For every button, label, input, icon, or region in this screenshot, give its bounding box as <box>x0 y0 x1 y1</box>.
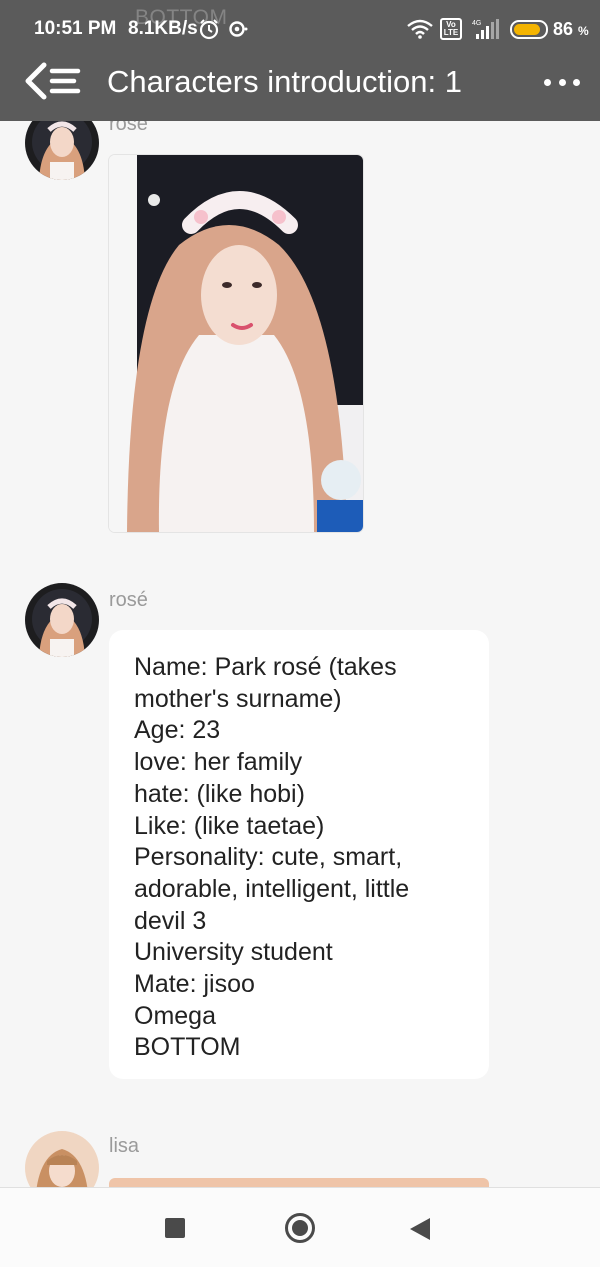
message-line: Name: Park rosé (takes <box>134 653 397 681</box>
message-bubble[interactable]: Name: Park rosé (takes mother's surname)… <box>109 630 489 1079</box>
avatar-rose[interactable] <box>25 583 99 657</box>
message-line: Age: 23 <box>134 716 221 745</box>
message-line: Mate: jisoo <box>134 970 255 999</box>
hotspot-icon <box>229 21 248 37</box>
more-dot-icon <box>573 78 580 86</box>
recent-apps-icon[interactable] <box>165 1218 185 1238</box>
message-line: devil 3 <box>134 906 207 935</box>
sender-name: rosé <box>109 589 148 611</box>
home-icon[interactable] <box>285 1213 315 1243</box>
page-title: Characters introduction: 1 <box>107 64 462 99</box>
message-line: BOTTOM <box>134 1033 241 1062</box>
message-line: Omega <box>134 1001 216 1030</box>
back-icon[interactable] <box>410 1218 430 1240</box>
message-line: hate: (like hobi) <box>134 779 305 808</box>
battery-icon <box>510 20 548 39</box>
back-menu-icon[interactable] <box>22 59 84 107</box>
message-line: mother's surname) <box>134 684 342 713</box>
system-nav-bar <box>0 1187 600 1267</box>
battery-percent: 86 % <box>553 19 589 39</box>
alarm-icon <box>199 19 219 40</box>
app-header: Characters introduction: 1 <box>0 55 600 121</box>
status-time: 10:51 PM <box>34 18 117 39</box>
message-line: Like: (like taetae) <box>134 811 325 840</box>
status-network-speed: 8.1KB/s <box>128 18 198 39</box>
battery-level <box>514 24 540 35</box>
app-screen: BOTTOM 10:51 PM 8.1KB/s Vo LTE 4G 86 % C… <box>0 0 600 1267</box>
sender-name: lisa <box>109 1135 140 1157</box>
volte-icon: Vo LTE <box>440 18 462 40</box>
more-dot-icon <box>544 78 551 86</box>
message-line: Personality: cute, smart, <box>134 843 403 872</box>
message-line: love: her family <box>134 748 303 777</box>
svg-text:4G: 4G <box>472 20 481 27</box>
more-dot-icon <box>558 78 566 86</box>
message-line: University student <box>134 938 333 967</box>
top-bar: BOTTOM 10:51 PM 8.1KB/s Vo LTE 4G 86 % C… <box>0 0 600 121</box>
signal-icon: 4G <box>472 19 499 39</box>
photo-rose[interactable] <box>109 155 363 532</box>
message-line: adorable, intelligent, little <box>134 874 410 903</box>
more-options-button[interactable] <box>540 67 584 97</box>
status-bar: 10:51 PM 8.1KB/s Vo LTE 4G 86 % <box>0 0 600 60</box>
wifi-icon <box>407 19 433 39</box>
